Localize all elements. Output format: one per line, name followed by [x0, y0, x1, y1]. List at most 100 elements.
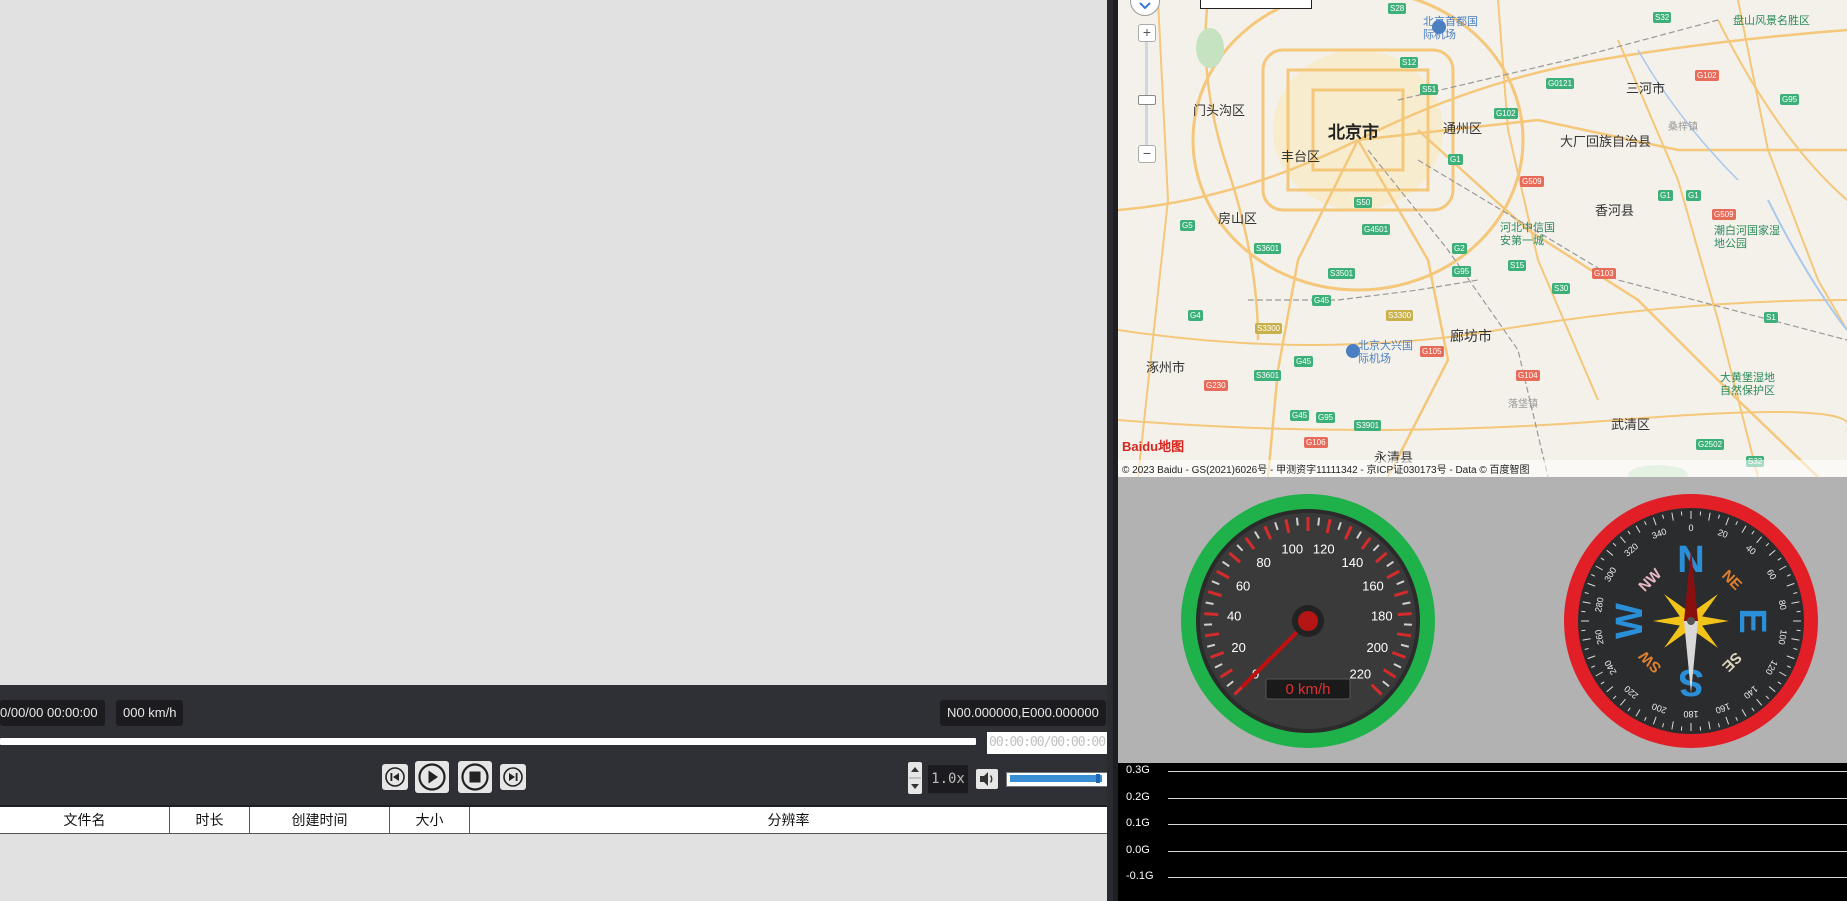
- play-icon: [418, 763, 446, 791]
- file-list-header: 文件名 时长 创建时间 大小 分辨率: [0, 807, 1107, 834]
- map-copyright: © 2023 Baidu - GS(2021)6026号 - 甲测资字11111…: [1122, 465, 1530, 476]
- speedometer-tick: [1205, 601, 1214, 605]
- chevron-down-icon: [1139, 2, 1151, 10]
- road-shield: S3501: [1328, 268, 1356, 279]
- stop-button[interactable]: [458, 761, 492, 793]
- g-axis-label: 0.2G: [1126, 791, 1150, 803]
- road-shield: G45: [1312, 295, 1332, 306]
- speedometer-tick-label: 100: [1281, 542, 1303, 557]
- road-shield: G4: [1188, 310, 1203, 321]
- road-shield: G45: [1290, 410, 1310, 421]
- road-shield: G5: [1180, 220, 1195, 231]
- stop-icon: [461, 763, 489, 791]
- map-view[interactable]: + − 北京市 门头沟区 丰台区 房山区 通州区 三河市 大厂回族自治县 香河县…: [1118, 0, 1847, 477]
- road-shield: S30: [1552, 283, 1571, 294]
- volume-handle[interactable]: [1096, 774, 1100, 783]
- map-label-zhuozhou: 涿州市: [1146, 360, 1186, 375]
- next-track-button[interactable]: [500, 764, 526, 790]
- map-label-dahuangpu: 大黄堡湿地自然保护区: [1720, 372, 1775, 397]
- speedometer-tick: [1204, 632, 1220, 638]
- road-shield: S3300: [1255, 323, 1283, 334]
- column-header-duration[interactable]: 时长: [170, 807, 250, 833]
- minus-icon: −: [1142, 145, 1152, 161]
- speedometer-tick-label: 20: [1231, 640, 1245, 655]
- playback-speed-display: 1.0x: [928, 765, 968, 793]
- video-display: [0, 0, 1107, 685]
- compass-cardinal-E: E: [1731, 608, 1773, 633]
- accelerometer-chart: 0.3G 0.2G 0.1G 0.0G -0.1G: [1118, 763, 1847, 901]
- volume-fill: [1010, 775, 1102, 782]
- map-label-sangziao: 桑梓镇: [1668, 122, 1698, 133]
- map-label-tongzhou: 通州区: [1443, 121, 1483, 136]
- compass-reset-button[interactable]: [1130, 0, 1160, 16]
- column-header-size[interactable]: 大小: [390, 807, 470, 833]
- speedometer-tick: [1204, 612, 1219, 617]
- speedometer-gauge: 0204060801001201401601802002200 km/h: [1181, 494, 1435, 748]
- file-list: [0, 834, 1107, 901]
- scale-bar: [1200, 0, 1312, 9]
- zoom-out-button[interactable]: −: [1138, 145, 1156, 163]
- speedometer-tick-label: 180: [1371, 609, 1393, 624]
- speaker-icon: [980, 772, 993, 786]
- map-label-luopo: 落垡镇: [1508, 399, 1538, 410]
- speedometer-tick-label: 200: [1366, 640, 1388, 655]
- road-shield: G105: [1420, 346, 1444, 357]
- road-shield: S51: [1420, 84, 1439, 95]
- road-shield: S3601: [1254, 370, 1282, 381]
- road-shield: S3300: [1386, 310, 1414, 321]
- road-shield: G4501: [1362, 224, 1391, 235]
- speedometer-tick: [1295, 517, 1299, 526]
- gridline: [1168, 771, 1847, 772]
- road-shield: G103: [1592, 268, 1616, 279]
- speedometer-tick-label: 120: [1313, 542, 1335, 557]
- map-label-beijing: 北京市: [1328, 123, 1379, 142]
- road-shield: G1: [1686, 190, 1701, 201]
- column-header-created[interactable]: 创建时间: [250, 807, 390, 833]
- map-label-sanhe: 三河市: [1626, 81, 1666, 96]
- prev-track-icon: [385, 767, 405, 787]
- time-display: 00:00:00/00:00:00: [987, 732, 1109, 754]
- road-shield: G106: [1304, 437, 1328, 448]
- airport-icon: [1432, 20, 1446, 34]
- speedometer-tick: [1402, 601, 1411, 605]
- prev-track-button[interactable]: [382, 764, 408, 790]
- volume-button[interactable]: [976, 769, 998, 789]
- road-shield: G95: [1452, 266, 1472, 277]
- speedometer-tick-label: 140: [1341, 555, 1363, 570]
- baidu-map-logo: Baidu地图: [1122, 439, 1185, 454]
- map-label-dachang: 大厂回族自治县: [1560, 134, 1652, 149]
- gridline: [1168, 824, 1847, 825]
- road-shield: G1: [1658, 190, 1673, 201]
- column-header-filename[interactable]: 文件名: [0, 807, 170, 833]
- map-label-xianghe: 香河县: [1595, 203, 1635, 218]
- speedometer-tick-label: 220: [1349, 666, 1371, 681]
- gridline: [1168, 877, 1847, 878]
- road-shield: S15: [1508, 260, 1527, 271]
- gridline: [1168, 798, 1847, 799]
- road-shield: S1: [1764, 312, 1778, 323]
- next-track-icon: [503, 767, 523, 787]
- play-button[interactable]: [415, 761, 449, 793]
- map-label-daxing-airport: 北京大兴国际机场: [1358, 340, 1413, 365]
- road-shield: S3601: [1254, 243, 1282, 254]
- road-shield: G2: [1452, 243, 1467, 254]
- g-axis-label: 0.1G: [1126, 817, 1150, 829]
- map-label-fengtai: 丰台区: [1281, 149, 1321, 164]
- road-shield: G0121: [1546, 78, 1575, 89]
- panel-divider[interactable]: [1107, 0, 1113, 901]
- zoom-in-button[interactable]: +: [1138, 24, 1156, 42]
- plus-icon: +: [1142, 24, 1152, 40]
- road-shield: S12: [1400, 57, 1419, 68]
- zoom-slider[interactable]: [1145, 42, 1148, 146]
- column-header-resolution[interactable]: 分辨率: [470, 807, 1107, 833]
- map-label-langfang: 廊坊市: [1450, 328, 1492, 344]
- road-shield: G1: [1448, 154, 1463, 165]
- map-label-chaobai: 潮白河国家湿地公园: [1714, 225, 1780, 250]
- speed-stepper[interactable]: [908, 762, 922, 794]
- progress-slider[interactable]: [0, 738, 976, 745]
- road-shield: G104: [1516, 370, 1540, 381]
- speedometer-hub-cap: [1298, 611, 1318, 631]
- speedometer-tick: [1397, 612, 1412, 617]
- map-label-wuqing: 武清区: [1611, 417, 1651, 432]
- zoom-handle[interactable]: [1138, 95, 1156, 105]
